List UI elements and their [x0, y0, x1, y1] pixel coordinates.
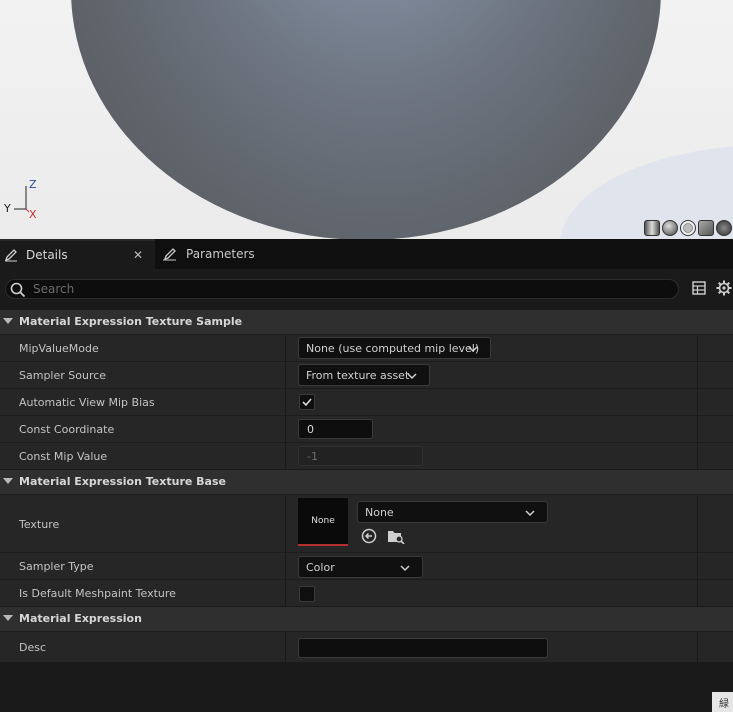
property-label: Texture	[19, 518, 60, 531]
search-input[interactable]	[33, 281, 633, 297]
const-mip-value-input: -1	[298, 446, 423, 466]
details-property-panel: Material Expression Texture Sample MipVa…	[0, 309, 733, 662]
close-icon[interactable]: ✕	[133, 248, 143, 262]
tab-details[interactable]: Details ✕	[0, 239, 155, 269]
chevron-down-icon	[468, 346, 478, 353]
property-label: MipValueMode	[19, 342, 99, 355]
const-coordinate-input[interactable]: 0	[298, 419, 373, 439]
property-row-automatic-view-mip-bias: Automatic View Mip Bias	[0, 388, 733, 415]
is-default-meshpaint-texture-checkbox[interactable]	[299, 586, 315, 602]
collapse-arrow-icon[interactable]	[3, 478, 13, 484]
panel-tab-bar: Details ✕ Parameters	[0, 239, 733, 269]
section-texture-sample-header[interactable]: Material Expression Texture Sample	[0, 309, 733, 334]
property-row-desc: Desc	[0, 631, 733, 662]
sampler-source-dropdown[interactable]: From texture asset	[298, 364, 430, 386]
preview-shape-toolbar	[644, 220, 732, 236]
property-label: Desc	[19, 641, 47, 654]
property-row-const-coordinate: Const Coordinate 0	[0, 415, 733, 442]
mip-value-mode-dropdown[interactable]: None (use computed mip level)	[298, 337, 491, 359]
chevron-down-icon	[400, 565, 410, 572]
section-texture-base-header[interactable]: Material Expression Texture Base	[0, 469, 733, 494]
search-icon	[10, 282, 26, 298]
axis-gizmo: Z Y X	[4, 178, 44, 222]
sphere-preview-icon[interactable]	[662, 220, 678, 236]
y-axis-label: Y	[4, 202, 11, 215]
property-row-mip-value-mode: MipValueMode None (use computed mip leve…	[0, 334, 733, 361]
tab-parameters-label: Parameters	[186, 247, 255, 261]
property-row-sampler-type: Sampler Type Color	[0, 552, 733, 579]
property-label: Const Coordinate	[19, 423, 115, 436]
sampler-type-dropdown[interactable]: Color	[298, 556, 423, 578]
property-row-is-default-meshpaint-texture: Is Default Meshpaint Texture	[0, 579, 733, 606]
search-box[interactable]	[5, 279, 679, 299]
property-label: Is Default Meshpaint Texture	[19, 587, 176, 600]
chevron-down-icon	[407, 373, 417, 380]
tab-details-label: Details	[26, 248, 68, 262]
property-label: Automatic View Mip Bias	[19, 396, 155, 409]
property-matrix-icon[interactable]	[692, 281, 706, 295]
property-row-sampler-source: Sampler Source From texture asset	[0, 361, 733, 388]
panel-empty-area	[0, 662, 733, 712]
cylinder-preview-icon[interactable]	[644, 220, 660, 236]
material-preview-viewport[interactable]: Z Y X	[0, 0, 733, 239]
details-search-row	[0, 269, 733, 309]
preview-sphere	[71, 0, 661, 239]
corner-badge: 緑	[712, 692, 733, 712]
property-label: Const Mip Value	[19, 450, 108, 463]
automatic-view-mip-bias-checkbox[interactable]	[299, 394, 315, 410]
property-row-texture: Texture None None	[0, 494, 733, 552]
desc-text-input[interactable]	[298, 638, 548, 658]
tab-parameters[interactable]: Parameters	[158, 239, 288, 269]
section-title: Material Expression Texture Sample	[19, 315, 243, 328]
section-title: Material Expression	[19, 612, 142, 625]
collapse-arrow-icon[interactable]	[3, 615, 13, 621]
collapse-arrow-icon[interactable]	[3, 318, 13, 324]
section-material-expression-header[interactable]: Material Expression	[0, 606, 733, 631]
custom-mesh-preview-icon[interactable]	[716, 220, 732, 236]
pencil-icon	[163, 248, 176, 261]
texture-asset-picker[interactable]: None	[357, 501, 548, 523]
checkmark-icon	[302, 398, 312, 407]
chevron-down-icon	[525, 510, 535, 517]
property-label: Sampler Type	[19, 560, 94, 573]
property-row-const-mip-value: Const Mip Value -1	[0, 442, 733, 469]
pencil-icon	[4, 249, 17, 262]
z-axis-label: Z	[29, 178, 37, 191]
x-axis-label: X	[29, 208, 37, 221]
gear-icon[interactable]	[716, 280, 732, 296]
plane-preview-icon[interactable]	[680, 220, 696, 236]
section-title: Material Expression Texture Base	[19, 475, 226, 488]
texture-thumbnail[interactable]: None	[298, 498, 348, 546]
browse-asset-icon[interactable]	[387, 528, 405, 544]
cube-preview-icon[interactable]	[698, 220, 714, 236]
property-label: Sampler Source	[19, 369, 107, 382]
use-selected-asset-icon[interactable]	[361, 528, 377, 544]
